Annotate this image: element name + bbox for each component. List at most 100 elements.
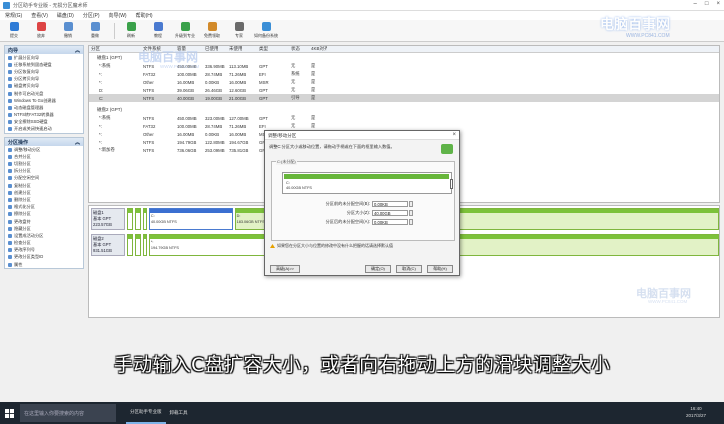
wizard-panel-item[interactable]: Windows To Go创建器 [5, 97, 83, 104]
toolbar-button-0[interactable]: 提交 [4, 21, 24, 41]
ops-panel-item[interactable]: 复制分区 [5, 182, 83, 189]
ops-panel-item[interactable]: 创建分区 [5, 189, 83, 196]
toolbar-button-8[interactable]: 专家 [229, 21, 249, 41]
disk1-info[interactable]: 磁盘1 基本 GPT 223.57GB [91, 208, 125, 230]
column-header[interactable]: 类型 [257, 46, 289, 52]
spinner-icon[interactable] [409, 209, 413, 216]
wizard-panel-item[interactable]: 分区恢复向导 [5, 68, 83, 75]
ops-panel-item[interactable]: 调整/移动分区 [5, 146, 83, 153]
cancel-button[interactable]: 取消(C) [396, 265, 422, 273]
toolbar-button-7[interactable]: 免费领取 [202, 21, 222, 41]
ops-panel-item[interactable]: 合并分区 [5, 153, 83, 160]
close-icon[interactable]: × [716, 1, 720, 7]
slider-handle[interactable] [450, 179, 453, 189]
item-icon [8, 183, 12, 188]
toolbar-button-6[interactable]: 升级到专业 [175, 21, 195, 41]
ops-panel-item[interactable]: 更改分区类型ID [5, 254, 83, 261]
advanced-button[interactable]: 高级(A)>> [270, 265, 300, 273]
item-label: 迁移系统到固态硬盘 [14, 61, 52, 67]
ops-panel-item[interactable]: 属性 [5, 261, 83, 268]
wizard-panel-item[interactable]: 开启或关闭快速启动 [5, 126, 83, 133]
table-row[interactable]: *: FAT32 100.00MB 28.74MB 71.26MB EFI 系统 是 [89, 70, 719, 78]
field-before-input[interactable]: 0.00KB [372, 200, 408, 207]
table-cell: 是 [311, 79, 316, 84]
ops-panel-item[interactable]: 拆分分区 [5, 168, 83, 175]
wizard-panel-item[interactable]: 制作可启动光盘 [5, 90, 83, 97]
menu-disk[interactable]: 磁盘(D) [57, 12, 74, 19]
ok-button[interactable]: 确定(O) [365, 265, 391, 273]
item-label: NTFS转FAT32转换器 [14, 112, 54, 118]
wizard-panel-item[interactable]: 磁盘拷贝向导 [5, 83, 83, 90]
disk1-small-part-2[interactable] [134, 208, 141, 230]
ops-panel-item[interactable]: 检查分区 [5, 240, 83, 247]
field-after-input[interactable]: 0.00KB [372, 218, 408, 225]
disk2-small-part-2[interactable] [134, 234, 141, 256]
ops-panel-item[interactable]: 更改盘符 [5, 218, 83, 225]
menu-partition[interactable]: 分区(P) [83, 12, 100, 19]
column-header[interactable]: 已使用 [203, 46, 227, 52]
wizard-panel-item[interactable]: 安全擦除SSD硬盘 [5, 119, 83, 126]
item-icon [8, 127, 12, 132]
toolbar-button-5[interactable]: 教程 [148, 21, 168, 41]
toolbar-button-9[interactable]: 如何备份系统 [254, 21, 278, 41]
table-row[interactable]: *:系统 NTFS 450.00MB 323.00MB 127.00MB GPT 无 是 [89, 114, 719, 122]
menu-general[interactable]: 常规(G) [5, 12, 22, 19]
table-row[interactable]: *: Other 16.00MB 0.00KB 16.00MB MSR 无 是 [89, 78, 719, 86]
toolbar-button-2[interactable]: 撤销 [58, 21, 78, 41]
spinner-icon[interactable] [409, 218, 413, 225]
disk1-small-part-3[interactable] [142, 208, 147, 230]
taskbar-clock[interactable]: 16:40 2017/3/27 [686, 405, 706, 419]
table-cell: *:新加卷 [99, 147, 115, 152]
item-icon [8, 77, 12, 82]
table-row[interactable]: *: FAT32 100.00MB 28.74MB 71.26MB EFI 无 是 [89, 122, 719, 130]
wizard-panel-item[interactable]: 动态磁盘管理器 [5, 104, 83, 111]
menu-view[interactable]: 查看(V) [31, 12, 48, 19]
taskbar-search[interactable]: 在这里输入你要搜索的内容 [20, 404, 116, 422]
wizard-panel-item[interactable]: NTFS转FAT32转换器 [5, 112, 83, 119]
toolbar-button-4[interactable]: 刷新 [121, 21, 141, 41]
ops-panel-item[interactable]: 更改序列号 [5, 247, 83, 254]
ops-panel-item[interactable]: 切割分区 [5, 160, 83, 167]
collapse-icon[interactable]: ︽ [75, 47, 80, 54]
field-size-input[interactable]: 40.00GB [372, 209, 408, 216]
left-panel: 向导 ︽ 扩展分区向导 迁移系统到固态硬盘 分区恢复向导 分区拷贝向导 磁盘拷贝向导 制作… [4, 45, 84, 317]
help-button[interactable]: 帮助(H) [427, 265, 453, 273]
disk2-small-part-3[interactable] [142, 234, 147, 256]
toolbar-button-1[interactable]: 放弃 [31, 21, 51, 41]
table-cell: *: [99, 79, 102, 85]
ops-panel-item[interactable]: 删除分区 [5, 196, 83, 203]
menu-help[interactable]: 帮助(H) [136, 12, 153, 19]
column-header[interactable]: 状态 [289, 46, 309, 52]
minimize-icon[interactable]: – [694, 1, 697, 7]
table-row[interactable]: C: NTFS 40.00GB 19.00GB 21.00GB GPT 引导 是 [89, 94, 719, 102]
wizard-panel-item[interactable]: 迁移系统到固态硬盘 [5, 61, 83, 68]
column-header[interactable]: 4KB对齐 [309, 46, 327, 52]
task-partition-assistant[interactable]: 分区助手专业版 [126, 402, 166, 424]
toolbar-button-3[interactable]: 重做 [85, 21, 105, 41]
disk2-info[interactable]: 磁盘2 基本 GPT 931.51GB [91, 234, 125, 256]
ops-panel-item[interactable]: 擦除分区 [5, 211, 83, 218]
column-header[interactable]: 分区 [89, 46, 141, 52]
ops-panel-item[interactable]: 分配空闲空间 [5, 175, 83, 182]
partition-slider[interactable]: C: 40.00GB NTFS [282, 172, 453, 194]
wizard-panel-item[interactable]: 扩展分区向导 [5, 54, 83, 61]
maximize-icon[interactable]: □ [705, 1, 709, 7]
task-uninstaller[interactable]: 卸载工具 [166, 402, 192, 424]
close-icon[interactable]: × [452, 132, 456, 138]
wizard-panel-item[interactable]: 分区拷贝向导 [5, 76, 83, 83]
disk2-size: 931.51GB [93, 248, 112, 253]
disk2-small-part-1[interactable] [126, 234, 133, 256]
collapse-icon[interactable]: ︽ [75, 139, 80, 146]
item-icon [8, 219, 12, 224]
disk1-part-c[interactable]: C: 40.00GB NTFS [148, 208, 233, 230]
ops-panel-item[interactable]: 设置成活动分区 [5, 232, 83, 239]
spinner-icon[interactable] [409, 200, 413, 207]
ops-panel-item[interactable]: 隐藏分区 [5, 225, 83, 232]
start-button[interactable] [0, 402, 18, 424]
disk2-part-e[interactable]: *: 194.79GB NTFS [148, 234, 265, 256]
disk1-small-part-1[interactable] [126, 208, 133, 230]
table-row[interactable]: D: NTFS 39.06GB 26.46GB 12.60GB GPT 无 是 [89, 86, 719, 94]
ops-panel-item[interactable]: 格式化分区 [5, 204, 83, 211]
menu-wizard[interactable]: 向导(W) [109, 12, 127, 19]
column-header[interactable]: 未使用 [227, 46, 257, 52]
